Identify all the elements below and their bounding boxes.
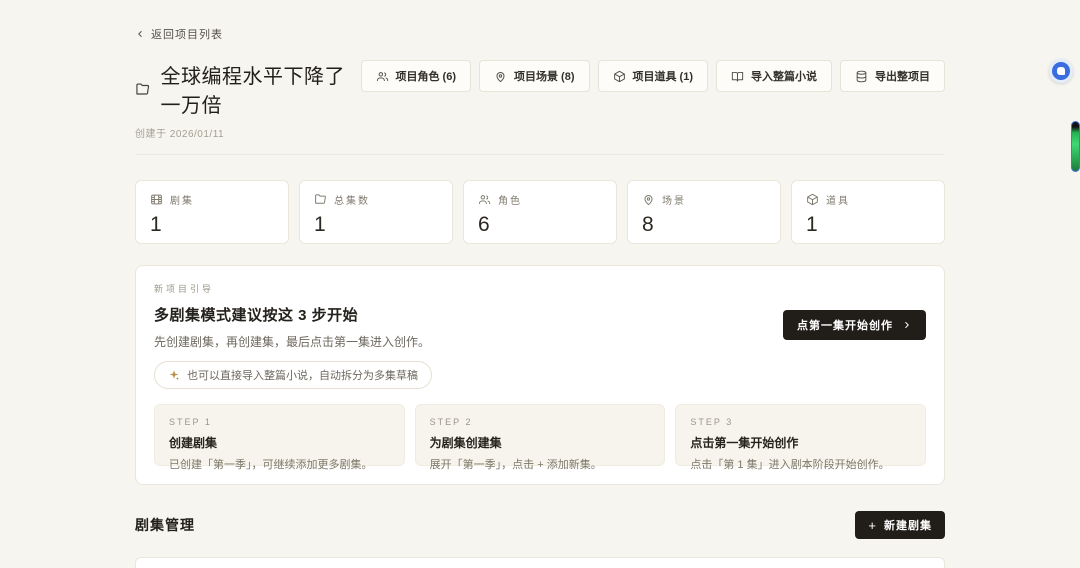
stat-card-series: 剧集 1 — [135, 180, 289, 244]
start-first-episode-button[interactable]: 点第一集开始创作 — [783, 310, 926, 340]
stats-row: 剧集 1 总集数 1 角色 6 场景 8 道具 1 — [135, 180, 945, 244]
widget-glyph — [1057, 67, 1065, 75]
step-card-1: STEP 1 创建剧集 已创建「第一季」，可继续添加更多剧集。 — [154, 404, 405, 471]
new-project-guide-panel: 新项目引导 多剧集模式建议按这 3 步开始 先创建剧集，再创建集，最后点击第一集… — [135, 265, 945, 485]
guide-text-block: 新项目引导 多剧集模式建议按这 3 步开始 先创建剧集，再创建集，最后点击第一集… — [154, 282, 432, 389]
guide-title: 多剧集模式建议按这 3 步开始 — [154, 307, 359, 324]
guide-tip-pill: 也可以直接导入整篇小说，自动拆分为多集草稿 — [154, 361, 432, 389]
floating-extension-widget[interactable] — [1049, 59, 1073, 83]
folder-icon — [314, 193, 327, 206]
location-icon — [494, 70, 507, 83]
users-icon — [376, 70, 389, 83]
step-card-2: STEP 2 为剧集创建集 展开「第一季」，点击 + 添加新集。 — [414, 404, 666, 471]
header-actions: 项目角色 (6) 项目场景 (8) 项目道具 (1) 导入整篇小说 导出整项目 — [360, 60, 945, 92]
page-header: 全球编程水平下降了一万倍 创建于 2026/01/11 项目角色 (6) 项目场… — [135, 60, 945, 140]
stat-value: 6 — [478, 213, 490, 236]
main-content: 返回项目列表 全球编程水平下降了一万倍 创建于 2026/01/11 项目角色 … — [135, 0, 945, 568]
film-icon — [150, 193, 163, 206]
step-card-3: STEP 3 点击第一集开始创作 点击「第 1 集」进入剧本阶段开始创作。 — [675, 404, 927, 471]
book-icon — [731, 70, 744, 83]
stat-value: 1 — [806, 213, 818, 236]
import-novel-button[interactable]: 导入整篇小说 — [716, 60, 832, 92]
chevron-right-icon — [902, 320, 912, 330]
new-series-button[interactable]: + 新建剧集 — [855, 511, 945, 539]
stat-value: 8 — [642, 213, 654, 236]
chevron-left-icon — [135, 29, 145, 39]
package-icon — [806, 193, 819, 206]
stat-card-props: 道具 1 — [791, 180, 945, 244]
sparkle-icon — [168, 369, 180, 381]
back-to-projects-link[interactable]: 返回项目列表 — [135, 26, 223, 42]
folder-icon — [135, 80, 150, 99]
stat-card-episodes: 总集数 1 — [299, 180, 453, 244]
page-title: 全球编程水平下降了一万倍 — [160, 66, 345, 117]
back-link-label: 返回项目列表 — [151, 29, 223, 41]
edge-extension-bar[interactable] — [1071, 121, 1080, 172]
package-icon — [613, 70, 626, 83]
stat-card-scenes: 场景 8 — [627, 180, 781, 244]
stat-value: 1 — [150, 213, 162, 236]
widget-inner-circle — [1052, 62, 1070, 80]
created-date: 创建于 2026/01/11 — [135, 129, 225, 140]
guide-steps: STEP 1 创建剧集 已创建「第一季」，可继续添加更多剧集。 STEP 2 为… — [154, 404, 927, 471]
project-roles-button[interactable]: 项目角色 (6) — [360, 60, 471, 92]
database-icon — [855, 70, 868, 83]
series-row[interactable]: 第一季 1 集 + — [135, 557, 945, 568]
project-props-button[interactable]: 项目道具 (1) — [597, 60, 708, 92]
export-project-button[interactable]: 导出整项目 — [840, 60, 945, 92]
users-icon — [478, 193, 491, 206]
location-icon — [642, 193, 655, 206]
plus-icon: + — [868, 517, 877, 533]
title-block: 全球编程水平下降了一万倍 创建于 2026/01/11 — [135, 60, 361, 140]
series-section-header: 剧集管理 + 新建剧集 — [135, 511, 945, 539]
series-section-title: 剧集管理 — [135, 517, 195, 533]
header-divider — [135, 154, 945, 155]
project-scenes-button[interactable]: 项目场景 (8) — [479, 60, 590, 92]
stat-value: 1 — [314, 213, 326, 236]
guide-eyebrow: 新项目引导 — [154, 284, 215, 294]
stat-card-roles: 角色 6 — [463, 180, 617, 244]
guide-description: 先创建剧集，再创建集，最后点击第一集进入创作。 — [154, 335, 431, 349]
